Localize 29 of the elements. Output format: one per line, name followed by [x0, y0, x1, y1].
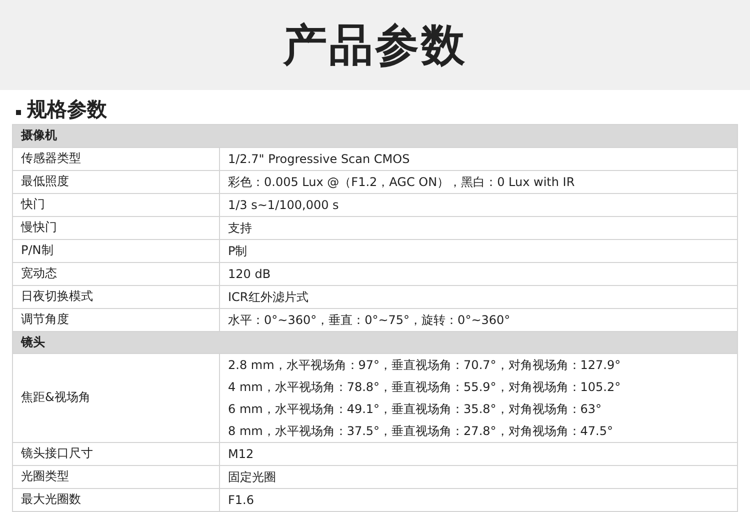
table-cell: 最大光圈数 — [12, 488, 220, 512]
table-cell: 调节角度 — [12, 308, 220, 331]
table-cell: 1/2.7" Progressive Scan CMOS — [220, 147, 738, 170]
table-cell: F1.6 — [220, 488, 738, 512]
table-cell: 慢快门 — [12, 216, 220, 239]
table-cell: 1/3 s~1/100,000 s — [220, 193, 738, 216]
table-cell: P制 — [220, 239, 738, 262]
table-cell: ICR红外滤片式 — [220, 285, 738, 308]
table-cell: M12 — [220, 442, 738, 466]
table-cell: 固定光圈 — [220, 466, 738, 488]
table-cell: 宽动态 — [12, 262, 220, 285]
group-header: 摄像机 — [12, 124, 738, 147]
table-cell: 日夜切换模式 — [12, 285, 220, 308]
table-cell: 传感器类型 — [12, 147, 220, 170]
table-cell: 焦距&视场角 — [12, 354, 220, 442]
page-title: 产品参数 — [283, 18, 467, 72]
table-cell: 水平：0°~360°，垂直：0°~75°，旋转：0°~360° — [220, 308, 738, 331]
table-cell: P/N制 — [12, 239, 220, 262]
bullet-icon — [16, 110, 21, 114]
table-cell: 镜头接口尺寸 — [12, 442, 220, 466]
table-cell: 光圈类型 — [12, 466, 220, 488]
table-cell: 支持 — [220, 216, 738, 239]
table-cell: 最低照度 — [12, 170, 220, 193]
table-cell: 彩色：0.005 Lux @（F1.2，AGC ON），黑白：0 Lux with IR — [220, 170, 738, 193]
table-cell: 120 dB — [220, 262, 738, 285]
table-cell: 快门 — [12, 193, 220, 216]
group-header: 镜头 — [12, 331, 738, 354]
section-title: 规格参数 — [27, 96, 107, 122]
table-cell: 2.8 mm，水平视场角：97°，垂直视场角：70.7°，对角视场角：127.9° 4 mm，水平视场角：78.8°，垂直视场角：55.9°，对角视场角：105.2° 6 mm，水平视场角：49.1°，垂直视场角：35.8°，对角视场角：63° 8 mm，水平视场角：37.5°，垂直视场角：27.8°，对角视场角：47.5° — [220, 354, 738, 442]
